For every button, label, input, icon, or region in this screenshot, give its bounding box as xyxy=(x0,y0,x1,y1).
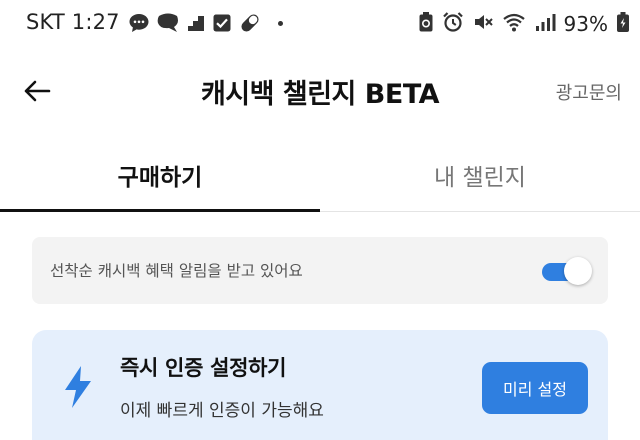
pill-icon xyxy=(238,12,262,34)
tab-my-challenge[interactable]: 내 챌린지 xyxy=(320,138,640,212)
verification-title: 즉시 인증 설정하기 xyxy=(120,356,287,380)
steps-icon xyxy=(186,13,206,33)
chat-bubble-icon xyxy=(128,12,150,34)
app-bar: 캐시백 챌린지 BETA 광고문의 xyxy=(0,58,640,124)
instant-verification-card: 즉시 인증 설정하기 이제 빠르게 인증이 가능해요 미리 설정 xyxy=(32,330,608,440)
alarm-icon xyxy=(442,11,464,37)
battery-percent: 93% xyxy=(563,12,608,36)
battery-icon xyxy=(616,11,630,37)
page-title: 캐시백 챌린지 BETA xyxy=(200,79,440,110)
lightning-bolt-icon xyxy=(62,365,94,413)
checkbox-icon xyxy=(212,13,232,33)
recycle-battery-icon xyxy=(418,11,434,37)
dot-icon xyxy=(278,20,283,26)
status-carrier-time: SKT 1:27 xyxy=(26,10,120,34)
notification-toggle[interactable] xyxy=(540,257,592,285)
notification-label: 선착순 캐시백 혜택 알림을 받고 있어요 xyxy=(50,262,303,280)
active-tab-indicator xyxy=(0,209,320,212)
tab-buy[interactable]: 구매하기 xyxy=(0,138,320,212)
signal-icon xyxy=(534,11,556,37)
status-system-icons: 93% xyxy=(418,11,630,37)
preset-button[interactable]: 미리 설정 xyxy=(482,362,588,414)
status-notification-icons xyxy=(128,12,283,34)
verification-description: 이제 빠르게 인증이 가능해요 xyxy=(120,401,324,421)
tab-bar: 구매하기 내 챌린지 xyxy=(0,138,640,212)
status-bar: SKT 1:27 93% xyxy=(0,0,640,48)
mute-icon xyxy=(472,11,494,37)
toggle-knob xyxy=(564,257,592,285)
cashback-notification-row: 선착순 캐시백 혜택 알림을 받고 있어요 xyxy=(32,237,608,304)
ad-inquiry-link[interactable]: 광고문의 xyxy=(556,79,622,105)
wifi-icon xyxy=(502,11,526,37)
bubble-icon xyxy=(156,12,180,34)
